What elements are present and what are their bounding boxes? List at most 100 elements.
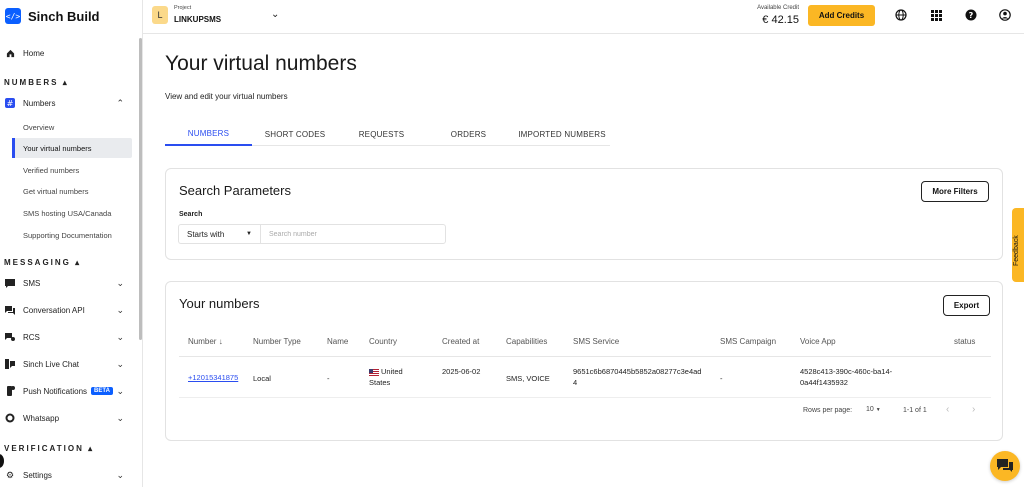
caret-up-icon: ▴ — [88, 444, 95, 453]
rows-per-page-value: 10 — [866, 406, 874, 413]
tab-numbers[interactable]: NUMBERS — [165, 122, 252, 146]
tab-short-codes[interactable]: SHORT CODES — [252, 122, 338, 146]
column-header-sms-service: SMS Service — [573, 337, 620, 346]
search-mode-select[interactable]: Starts with ▼ — [178, 224, 260, 244]
sidebar-item-your-virtual-numbers[interactable]: Your virtual numbers — [12, 138, 132, 158]
number-link[interactable]: +12015341875 — [188, 372, 238, 383]
globe-icon[interactable] — [894, 8, 908, 22]
column-header-number[interactable]: Number ↓ — [188, 337, 223, 346]
svg-text:#: # — [7, 99, 14, 108]
credit-value: € 42.15 — [762, 14, 799, 26]
sidebar-item-verified-numbers[interactable]: Verified numbers — [12, 160, 132, 180]
hash-icon: # — [5, 98, 15, 108]
tab-imported-numbers[interactable]: IMPORTED NUMBERS — [512, 122, 612, 146]
page-subtitle: View and edit your virtual numbers — [165, 92, 288, 101]
column-header-name: Name — [327, 337, 349, 346]
beta-badge: BETA — [91, 387, 113, 395]
section-verification[interactable]: VERIFICATION ▴ — [4, 444, 94, 453]
sidebar-item-rcs[interactable]: RCS ⌄ — [0, 330, 132, 344]
caret-up-icon: ▴ — [62, 78, 69, 87]
sidebar-item-label: Numbers — [23, 98, 56, 108]
help-icon[interactable]: ? — [964, 8, 978, 22]
column-header-number-type: Number Type — [253, 337, 301, 346]
sidebar-item-label: Settings — [23, 470, 52, 480]
column-header-sms-campaign: SMS Campaign — [720, 337, 777, 346]
numbers-card-title: Your numbers — [179, 296, 260, 311]
chat-launcher-button[interactable] — [990, 451, 1020, 481]
sidebar-item-settings[interactable]: ⚙ Settings ⌄ — [0, 468, 132, 482]
sidebar-scrollbar[interactable] — [139, 38, 142, 340]
apps-grid-icon[interactable] — [929, 8, 943, 22]
search-mode-value: Starts with — [187, 229, 225, 239]
project-caption: Project — [174, 5, 192, 11]
search-input[interactable] — [260, 224, 446, 244]
feedback-tab[interactable]: Feedback — [1012, 208, 1024, 282]
sidebar-item-sms[interactable]: SMS ⌄ — [0, 276, 132, 290]
sidebar-item-label: Whatsapp — [23, 413, 60, 423]
sidebar: </> Sinch Build Home NUMBERS ▴ # Numbers… — [0, 0, 143, 487]
your-numbers-card: Your numbers Export Number ↓ Number Type… — [165, 281, 1003, 441]
chevron-up-icon: ⌃ — [116, 97, 124, 108]
cell-created-at: 2025-06-02 — [442, 367, 481, 376]
account-icon[interactable] — [998, 8, 1012, 22]
more-filters-button[interactable]: More Filters — [921, 181, 989, 202]
caret-down-icon: ▼ — [246, 231, 252, 237]
column-header-country: Country — [369, 337, 398, 346]
arrow-down-icon: ↓ — [218, 337, 223, 346]
sidebar-item-get-virtual-numbers[interactable]: Get virtual numbers — [12, 181, 132, 201]
section-numbers-label: NUMBERS — [4, 78, 59, 87]
search-label: Search — [179, 211, 203, 218]
table-header-divider — [179, 356, 991, 357]
sidebar-item-home[interactable]: Home — [0, 46, 132, 60]
brand-name: Sinch Build — [28, 8, 100, 24]
add-credits-button[interactable]: Add Credits — [808, 5, 875, 26]
export-button[interactable]: Export — [943, 295, 990, 316]
sidebar-item-conversation-api[interactable]: Conversation API ⌄ — [0, 303, 132, 317]
sidebar-item-sms-hosting[interactable]: SMS hosting USA/Canada — [12, 203, 132, 223]
tab-orders[interactable]: ORDERS — [425, 122, 512, 146]
svg-text:?: ? — [969, 11, 974, 20]
chevron-down-icon: ⌄ — [116, 331, 124, 342]
sidebar-item-overview[interactable]: Overview — [12, 117, 132, 137]
feedback-label: Feedback — [1013, 235, 1020, 266]
sidebar-item-label: RCS — [23, 332, 40, 342]
rows-per-page-select[interactable]: 10 ▼ — [866, 406, 881, 413]
column-header-capabilities: Capabilities — [506, 337, 548, 346]
caret-up-icon: ▴ — [75, 258, 82, 267]
project-avatar[interactable]: L — [152, 6, 168, 24]
sidebar-item-supporting-documentation[interactable]: Supporting Documentation — [12, 225, 132, 245]
cell-name: - — [327, 374, 330, 383]
section-messaging-label: MESSAGING — [4, 258, 71, 267]
chevron-left-icon[interactable]: ‹ — [946, 404, 949, 415]
column-header-created-at: Created at — [442, 337, 480, 346]
section-numbers[interactable]: NUMBERS ▴ — [4, 78, 69, 87]
section-messaging[interactable]: MESSAGING ▴ — [4, 258, 81, 267]
project-selector[interactable]: LINKUPSMS — [174, 15, 221, 24]
search-parameters-card: Search Parameters More Filters Search St… — [165, 168, 1003, 260]
chevron-down-icon: ⌄ — [116, 304, 124, 315]
pagination-range: 1-1 of 1 — [903, 407, 927, 414]
sidebar-item-whatsapp[interactable]: Whatsapp ⌄ — [0, 411, 132, 425]
credit-caption: Available Credit — [757, 5, 799, 11]
cell-voice-app: 4528c413-390c-460c-ba14-0a44f1435932 — [800, 367, 893, 387]
chevron-down-icon: ⌄ — [116, 469, 124, 480]
chat-icon — [997, 459, 1013, 472]
sidebar-item-push-notifications[interactable]: Push Notifications BETA ⌄ — [0, 384, 132, 398]
column-header-label: Number — [188, 337, 217, 346]
chevron-down-icon[interactable]: ⌄ — [271, 9, 279, 20]
sidebar-item-label: SMS — [23, 278, 41, 288]
sidebar-group-numbers[interactable]: # Numbers ⌃ — [0, 96, 132, 110]
search-card-title: Search Parameters — [179, 183, 291, 198]
conversation-icon — [5, 305, 15, 315]
chevron-down-icon: ⌄ — [116, 277, 124, 288]
cell-country: United States — [369, 366, 421, 388]
sidebar-item-label: Conversation API — [23, 305, 85, 315]
page-title: Your virtual numbers — [165, 52, 357, 75]
cell-sms-campaign: - — [720, 374, 723, 383]
tab-requests[interactable]: REQUESTS — [338, 122, 425, 146]
sidebar-item-sinch-live-chat[interactable]: Sinch Live Chat ⌄ — [0, 357, 132, 371]
tab-bar: NUMBERS SHORT CODES REQUESTS ORDERS IMPO… — [165, 122, 610, 146]
chevron-right-icon[interactable]: › — [972, 404, 975, 415]
push-notification-icon — [5, 386, 15, 396]
brand-logo[interactable]: </> Sinch Build — [5, 7, 100, 25]
